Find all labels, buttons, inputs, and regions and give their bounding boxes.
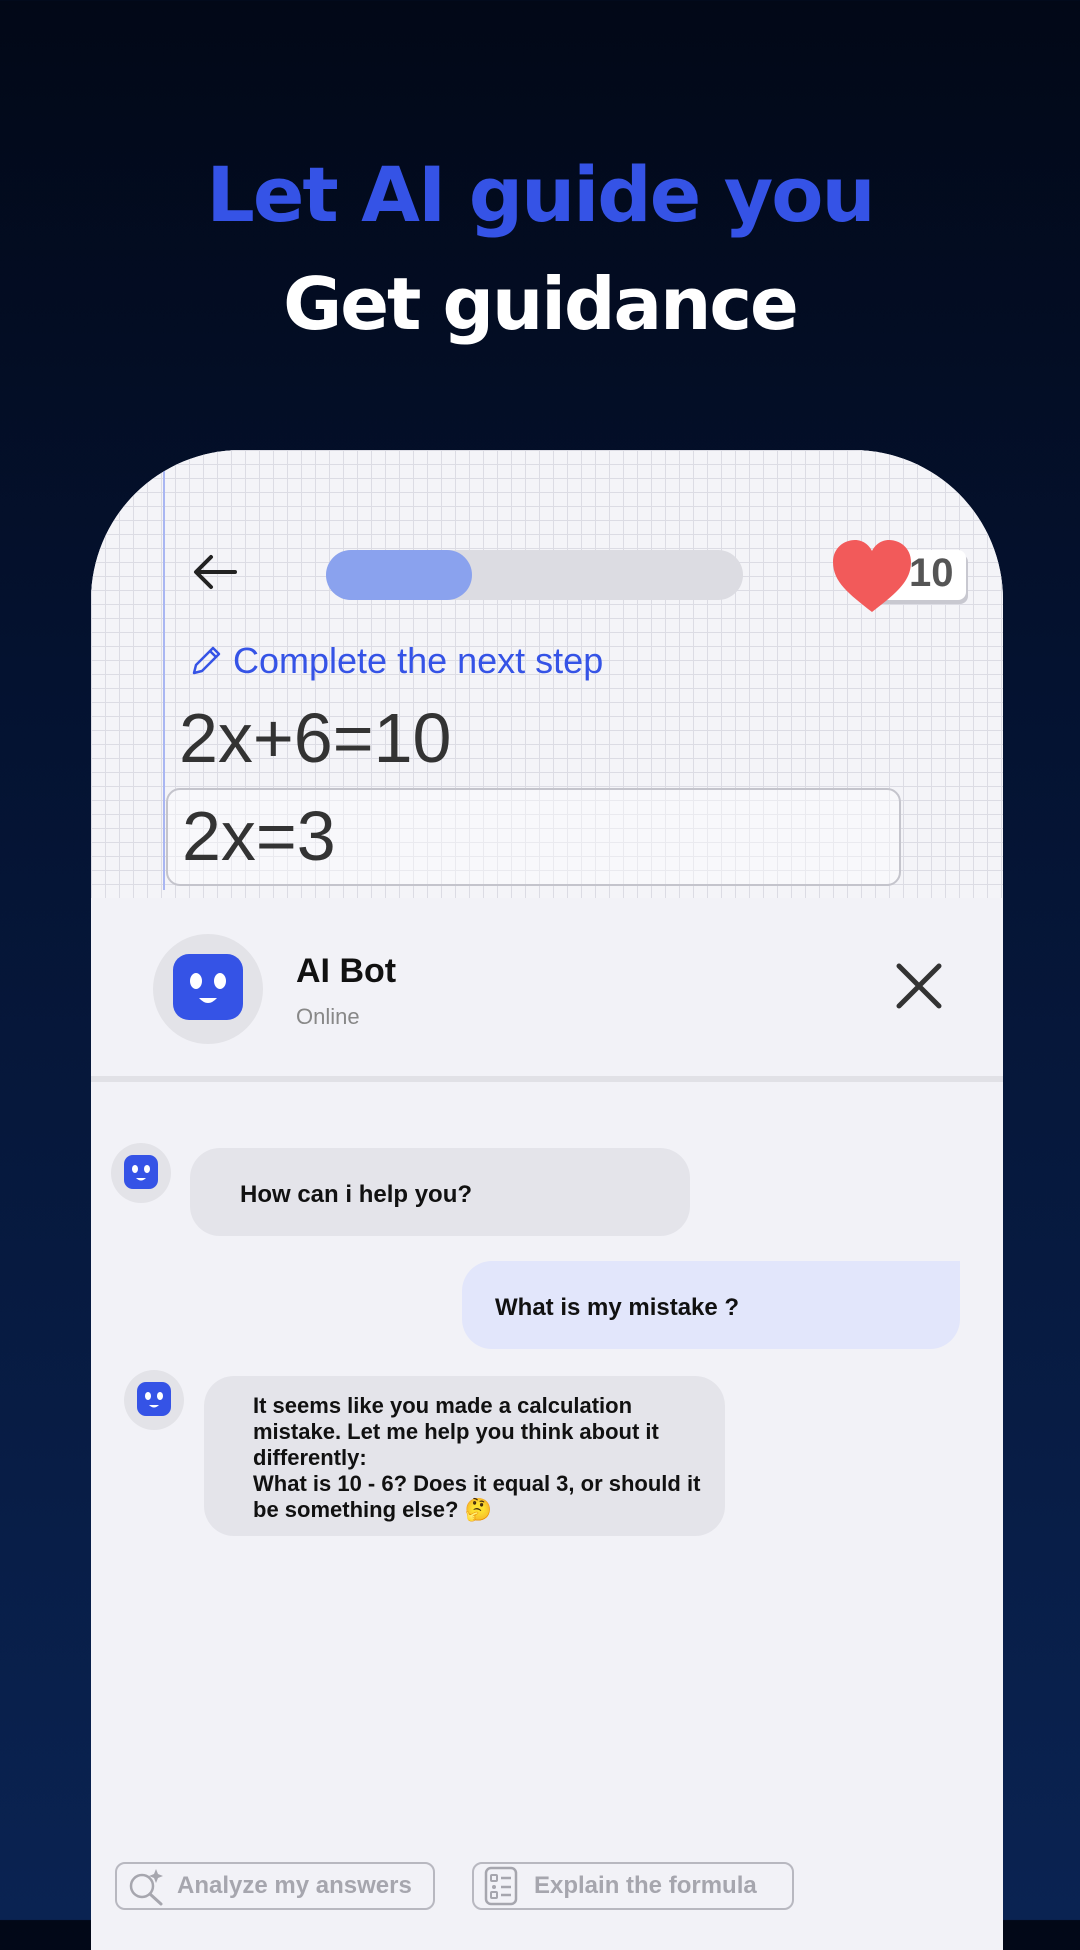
bot-status: Online [296,1004,360,1029]
message-bubble-bot: It seems like you made a calculation mis… [204,1376,725,1536]
lives-indicator: 10 [831,538,981,618]
answer-input[interactable]: 2x=3 [166,788,901,886]
headline: Let AI guide you [206,150,875,239]
close-button[interactable] [895,962,943,1010]
analyze-answers-button[interactable]: Analyze my answers [115,1862,435,1910]
message-bubble-user: What is my mistake ? [462,1261,960,1349]
progress-fill [326,550,472,600]
message-text: How can i help you? [240,1181,473,1208]
message-bubble-bot: How can i help you? [190,1148,690,1236]
robot-face-icon [173,954,243,1020]
header-divider [91,1076,1003,1082]
margin-line [163,450,165,890]
equation: 2x+6=10 [179,699,452,777]
explain-formula-button[interactable]: Explain the formula [472,1862,794,1910]
progress-bar [326,550,743,600]
sparkle-search-icon [129,1869,163,1906]
close-icon [896,963,942,1009]
pencil-icon [192,646,221,675]
robot-face-icon [124,1155,158,1189]
chip-label: Explain the formula [534,1872,757,1899]
robot-face-icon [137,1382,171,1416]
lives-count: 10 [909,551,954,595]
heart-icon [833,540,911,612]
message-text: It seems like you made a calculation mis… [253,1393,701,1522]
chip-label: Analyze my answers [177,1872,412,1899]
message-text: What is my mistake ? [495,1294,740,1321]
phone-frame: 10 Complete the next step 2x+6=10 2x=3 A… [91,450,1003,1950]
subheadline: Get guidance [283,262,799,346]
bot-name: AI Bot [296,952,397,990]
message-avatar [111,1143,171,1203]
message-avatar [124,1370,184,1430]
instruction: Complete the next step [189,640,603,682]
answer-text: 2x=3 [182,797,336,875]
back-button[interactable] [191,552,239,592]
arrow-left-icon [194,555,237,589]
bot-avatar [153,934,263,1044]
instruction-text: Complete the next step [233,640,604,681]
formula-list-icon [484,1866,518,1906]
worksheet-area: 10 Complete the next step 2x+6=10 2x=3 [91,450,1003,898]
